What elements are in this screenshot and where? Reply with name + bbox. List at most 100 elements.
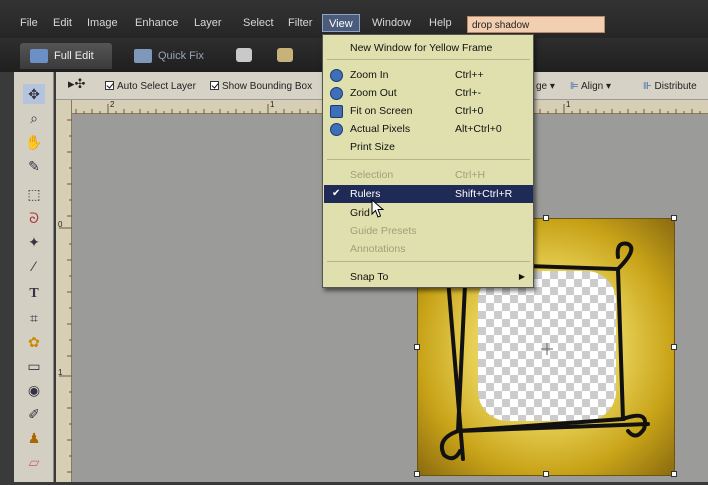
menu-item-shortcut: Ctrl+0: [455, 105, 484, 117]
menu-item-selection: Selection Ctrl+H: [324, 166, 533, 184]
menu-window[interactable]: Window: [366, 14, 417, 32]
menu-file[interactable]: File: [14, 14, 44, 32]
menu-item-shortcut: Ctrl+H: [455, 169, 486, 181]
transform-handle[interactable]: [414, 344, 420, 350]
transform-handle[interactable]: [671, 471, 677, 477]
fit-screen-icon: [330, 105, 343, 118]
transform-handle[interactable]: [414, 471, 420, 477]
menu-separator: [327, 59, 530, 60]
full-edit-tab[interactable]: Full Edit: [20, 43, 112, 69]
arrange-dropdown[interactable]: ge ▾: [536, 80, 555, 94]
view-menu-dropdown: New Window for Yellow Frame Zoom In Ctrl+…: [322, 34, 534, 288]
menu-select[interactable]: Select: [237, 14, 280, 32]
menu-edit[interactable]: Edit: [47, 14, 78, 32]
marquee-tool-button[interactable]: ⬚: [23, 184, 45, 204]
menu-item-new-window[interactable]: New Window for Yellow Frame: [324, 39, 533, 57]
eyedropper-tool-button[interactable]: ✎: [23, 156, 45, 176]
menu-item-grid[interactable]: Grid: [324, 204, 533, 222]
crop-tool-button[interactable]: ⌗: [23, 308, 45, 328]
ruler-label: 0: [58, 220, 63, 229]
print-icon[interactable]: [236, 48, 252, 62]
menu-item-shortcut: Alt+Ctrl+0: [455, 123, 502, 135]
menu-item-label: Annotations: [350, 243, 406, 255]
menu-item-zoom-in[interactable]: Zoom In Ctrl++: [324, 66, 533, 84]
magic-wand-tool-button[interactable]: ✦: [23, 232, 45, 252]
search-input[interactable]: drop shadow: [467, 16, 605, 33]
distribute-dropdown[interactable]: ⊪ Distribute: [643, 80, 697, 94]
share-icon[interactable]: [277, 48, 293, 62]
auto-select-layer-checkbox[interactable]: Auto Select Layer: [105, 80, 196, 94]
auto-select-layer-label: Auto Select Layer: [117, 81, 196, 92]
straighten-tool-button[interactable]: ▭: [23, 356, 45, 376]
checkbox-checked-icon: [210, 81, 219, 90]
menu-item-label: Zoom Out: [350, 87, 397, 99]
transform-handle[interactable]: [543, 215, 549, 221]
type-tool-button[interactable]: T: [23, 284, 45, 304]
ruler-label: 1: [58, 368, 63, 377]
menu-item-shortcut: Ctrl+-: [455, 87, 481, 99]
menu-filter[interactable]: Filter: [282, 14, 318, 32]
clone-stamp-tool-button[interactable]: ♟: [23, 428, 45, 448]
move-tool-icon: ▸✣: [68, 76, 86, 91]
align-dropdown[interactable]: ⊫ Align ▾: [570, 80, 611, 94]
menu-item-label: Grid: [350, 207, 370, 219]
quick-fix-label: Quick Fix: [158, 50, 204, 62]
brush-select-tool-button[interactable]: ⁄: [23, 256, 45, 276]
zoom-tool-button[interactable]: ⌕: [23, 108, 45, 128]
menu-bar: File Edit Image Enhance Layer Select Fil…: [0, 0, 708, 38]
arrange-label: ge: [536, 81, 548, 92]
menu-enhance[interactable]: Enhance: [129, 14, 184, 32]
actual-pixels-icon: [330, 123, 343, 136]
align-label: Align: [580, 81, 604, 92]
vertical-ruler[interactable]: 0 1: [56, 100, 72, 482]
menu-separator: [327, 261, 530, 262]
menu-item-rulers[interactable]: ✔ Rulers Shift+Ctrl+R: [324, 185, 533, 203]
quick-fix-icon: [134, 49, 152, 63]
lasso-tool-button[interactable]: ᘐ: [23, 208, 45, 228]
menu-item-guide-presets: Guide Presets: [324, 222, 533, 240]
menu-item-snap-to[interactable]: Snap To ▶: [324, 268, 533, 286]
menu-help[interactable]: Help: [423, 14, 458, 32]
menu-item-label: Zoom In: [350, 69, 389, 81]
red-eye-tool-button[interactable]: ◉: [23, 380, 45, 400]
distribute-label: Distribute: [654, 81, 697, 92]
eraser-tool-button[interactable]: ▱: [23, 452, 45, 472]
menu-image[interactable]: Image: [81, 14, 124, 32]
menu-item-actual-pixels[interactable]: Actual Pixels Alt+Ctrl+0: [324, 120, 533, 138]
menu-item-label: Fit on Screen: [350, 105, 413, 117]
ruler-label: 1: [566, 100, 571, 109]
ruler-label: 1: [270, 100, 275, 109]
show-bounding-box-checkbox[interactable]: Show Bounding Box: [210, 80, 312, 94]
zoom-in-icon: [330, 69, 343, 82]
transform-handle[interactable]: [543, 471, 549, 477]
menu-item-zoom-out[interactable]: Zoom Out Ctrl+-: [324, 84, 533, 102]
menu-item-annotations: Annotations: [324, 240, 533, 258]
menu-item-label: Selection: [350, 169, 394, 181]
move-tool-button[interactable]: ✥: [23, 84, 45, 104]
menu-item-label: New Window for Yellow Frame: [350, 42, 493, 54]
transform-handle[interactable]: [671, 215, 677, 221]
transform-handle[interactable]: [671, 344, 677, 350]
distribute-icon: ⊪: [643, 81, 652, 92]
toolbox: ✥ ⌕ ✋ ✎ ⬚ ᘐ ✦ ⁄ T ⌗ ✿ ▭ ◉ ✐ ♟ ▱: [14, 72, 54, 482]
menu-item-label: Print Size: [350, 141, 395, 153]
menu-item-label: Actual Pixels: [350, 123, 411, 135]
cookie-cutter-tool-button[interactable]: ✿: [23, 332, 45, 352]
checkmark-icon: ✔: [332, 188, 341, 199]
show-bounding-box-label: Show Bounding Box: [222, 81, 313, 92]
menu-item-label: Guide Presets: [350, 225, 417, 237]
menu-layer[interactable]: Layer: [188, 14, 228, 32]
menu-item-fit-on-screen[interactable]: Fit on Screen Ctrl+0: [324, 102, 533, 120]
align-icon: ⊫: [570, 81, 579, 92]
ruler-label: 2: [110, 100, 115, 109]
full-edit-icon: [30, 49, 48, 63]
hand-tool-button[interactable]: ✋: [23, 132, 45, 152]
mouse-cursor-icon: [371, 199, 385, 218]
healing-tool-button[interactable]: ✐: [23, 404, 45, 424]
menu-separator: [327, 159, 530, 160]
submenu-arrow-icon: ▶: [518, 272, 525, 281]
quick-fix-tab[interactable]: Quick Fix: [124, 43, 214, 69]
menu-view[interactable]: View: [322, 14, 360, 32]
chevron-down-icon: ▾: [549, 81, 555, 92]
menu-item-print-size[interactable]: Print Size: [324, 138, 533, 156]
